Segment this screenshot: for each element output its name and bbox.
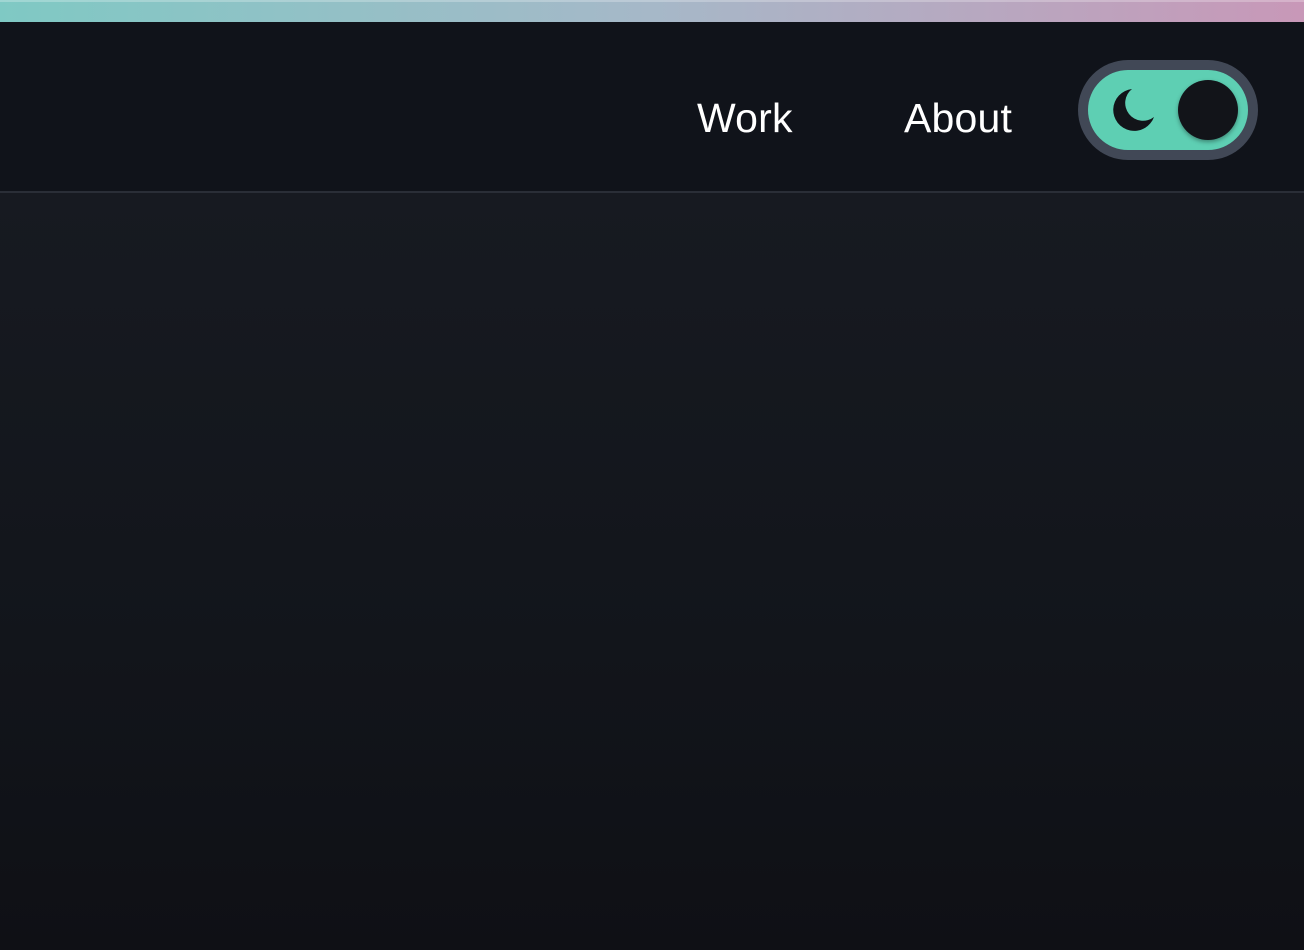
site-header: Work About — [0, 22, 1304, 193]
nav-link-about[interactable]: About — [904, 94, 1012, 142]
theme-toggle[interactable] — [1078, 60, 1258, 160]
theme-toggle-track — [1088, 70, 1248, 150]
main-content — [0, 193, 1304, 950]
moon-icon — [1113, 89, 1154, 131]
theme-toggle-knob — [1178, 80, 1238, 140]
nav-link-work[interactable]: Work — [697, 94, 793, 142]
top-gradient-stripe — [0, 0, 1304, 22]
